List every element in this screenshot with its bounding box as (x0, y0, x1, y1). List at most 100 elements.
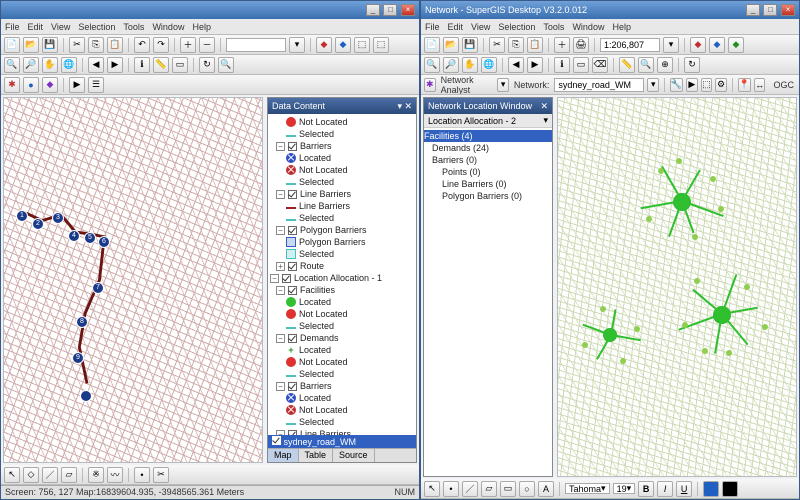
node-icon[interactable]: • (134, 467, 150, 483)
scale-dropdown-icon[interactable]: ▾ (289, 37, 305, 53)
draw-line-icon[interactable]: ／ (462, 481, 478, 497)
measure-icon[interactable]: 📏 (153, 57, 169, 73)
panel-close-icon[interactable]: ✕ (540, 101, 548, 112)
chevron-down-icon[interactable]: ▾ (543, 115, 548, 126)
na-route-icon[interactable]: ✱ (4, 77, 20, 93)
fill-color-icon[interactable] (703, 481, 719, 497)
titlebar[interactable]: _ □ × (1, 1, 419, 19)
checkbox[interactable] (282, 274, 291, 283)
tool-d-icon[interactable]: ⬚ (373, 37, 389, 53)
maximize-button[interactable]: □ (383, 4, 397, 16)
checkbox[interactable] (288, 190, 297, 199)
pan-icon[interactable]: ✋ (42, 57, 58, 73)
route-stop[interactable]: 7 (92, 282, 104, 294)
next-extent-icon[interactable]: ▶ (107, 57, 123, 73)
bold-icon[interactable]: B (638, 481, 654, 497)
tab-source[interactable]: Source (333, 449, 375, 462)
next-extent-icon[interactable]: ▶ (527, 57, 543, 73)
collapse-icon[interactable]: − (276, 190, 285, 199)
tool-b-icon[interactable]: ◆ (335, 37, 351, 53)
menu-file[interactable]: File (425, 22, 440, 32)
measure-icon[interactable]: 📏 (619, 57, 635, 73)
tool-red-icon[interactable]: ◆ (690, 37, 706, 53)
copy-icon[interactable]: ⎘ (508, 37, 524, 53)
na-network-dropdown-icon[interactable]: ▾ (647, 78, 659, 92)
route-stop[interactable]: 5 (84, 232, 96, 244)
route-stop[interactable] (80, 390, 92, 402)
pointer-icon[interactable]: ↖ (4, 467, 20, 483)
redo-icon[interactable]: ↷ (153, 37, 169, 53)
na-options-icon[interactable]: ⚙ (715, 78, 727, 92)
underline-icon[interactable]: U (676, 481, 692, 497)
find-icon[interactable]: 🔍 (218, 57, 234, 73)
na-move-loc-icon[interactable]: ↔ (754, 78, 766, 92)
na-stop-icon[interactable]: ● (23, 77, 39, 93)
na-add-loc-icon[interactable]: 📍 (738, 78, 751, 92)
draw-poly-icon[interactable]: ▱ (481, 481, 497, 497)
trace-icon[interactable]: 〰 (107, 467, 123, 483)
copy-icon[interactable]: ⎘ (88, 37, 104, 53)
route-stop[interactable]: 8 (76, 316, 88, 328)
open-icon[interactable]: 📂 (23, 37, 39, 53)
tool-c-icon[interactable]: ⬚ (354, 37, 370, 53)
font-size-select[interactable]: 19 ▾ (613, 483, 636, 494)
menu-edit[interactable]: Edit (448, 22, 464, 32)
na-solve-icon[interactable]: ▶ (69, 77, 85, 93)
prev-extent-icon[interactable]: ◀ (88, 57, 104, 73)
menu-tools[interactable]: Tools (123, 22, 144, 32)
find-icon[interactable]: 🔍 (638, 57, 654, 73)
map-view[interactable] (557, 97, 797, 477)
na-tree[interactable]: Facilities (4) Demands (24) Barriers (0)… (424, 128, 552, 476)
identify-icon[interactable]: ℹ (134, 57, 150, 73)
checkbox[interactable] (288, 430, 297, 436)
remove-layer-icon[interactable]: － (199, 37, 215, 53)
panel-title[interactable]: Network Location Window ✕ (424, 98, 552, 114)
refresh-icon[interactable]: ↻ (199, 57, 215, 73)
checkbox[interactable] (288, 382, 297, 391)
tool-blue-icon[interactable]: ◆ (709, 37, 725, 53)
menu-view[interactable]: View (471, 22, 490, 32)
collapse-icon[interactable]: − (276, 382, 285, 391)
tree-barriers[interactable]: Barriers (0) (426, 154, 550, 166)
zoom-in-icon[interactable]: 🔍 (424, 57, 440, 73)
close-button[interactable]: × (781, 4, 795, 16)
split-icon[interactable]: ✂ (153, 467, 169, 483)
checkbox[interactable] (288, 262, 297, 271)
new-icon[interactable]: 📄 (4, 37, 20, 53)
tree-polygon-barriers[interactable]: Polygon Barriers (0) (426, 190, 550, 202)
route-stop[interactable]: 2 (32, 218, 44, 230)
checkbox[interactable] (272, 436, 281, 445)
cut-icon[interactable]: ✂ (489, 37, 505, 53)
collapse-icon[interactable]: − (276, 226, 285, 235)
paste-icon[interactable]: 📋 (527, 37, 543, 53)
tree-demands[interactable]: Demands (24) (426, 142, 550, 154)
open-icon[interactable]: 📂 (443, 37, 459, 53)
scale-input[interactable] (226, 38, 286, 52)
collapse-icon[interactable]: − (276, 334, 285, 343)
save-icon[interactable]: 💾 (42, 37, 58, 53)
layer-tree[interactable]: Not Located Selected −Barriers Located N… (268, 114, 416, 435)
minimize-button[interactable]: _ (366, 4, 380, 16)
collapse-icon[interactable]: − (276, 142, 285, 151)
active-layer-row[interactable]: sydney_road_WM (268, 435, 416, 448)
tree-line-barriers[interactable]: Line Barriers (0) (426, 178, 550, 190)
menu-edit[interactable]: Edit (28, 22, 44, 32)
refresh-icon[interactable]: ↻ (684, 57, 700, 73)
line-color-icon[interactable] (722, 481, 738, 497)
save-icon[interactable]: 💾 (462, 37, 478, 53)
menu-window[interactable]: Window (152, 22, 184, 32)
edit-vertex-icon[interactable]: ◇ (23, 467, 39, 483)
tool-green-icon[interactable]: ◆ (728, 37, 744, 53)
draw-circle-icon[interactable]: ○ (519, 481, 535, 497)
snap-icon[interactable]: ※ (88, 467, 104, 483)
na-window-icon[interactable]: ⬚ (701, 78, 713, 92)
na-directions-icon[interactable]: ☰ (88, 77, 104, 93)
route-stop[interactable]: 3 (52, 212, 64, 224)
xy-icon[interactable]: ⊕ (657, 57, 673, 73)
select-features-icon[interactable]: ▭ (573, 57, 589, 73)
zoom-out-icon[interactable]: 🔎 (23, 57, 39, 73)
zoom-in-icon[interactable]: 🔍 (4, 57, 20, 73)
na-build-icon[interactable]: 🔧 (670, 78, 683, 92)
expand-icon[interactable]: + (276, 262, 285, 271)
zoom-out-icon[interactable]: 🔎 (443, 57, 459, 73)
